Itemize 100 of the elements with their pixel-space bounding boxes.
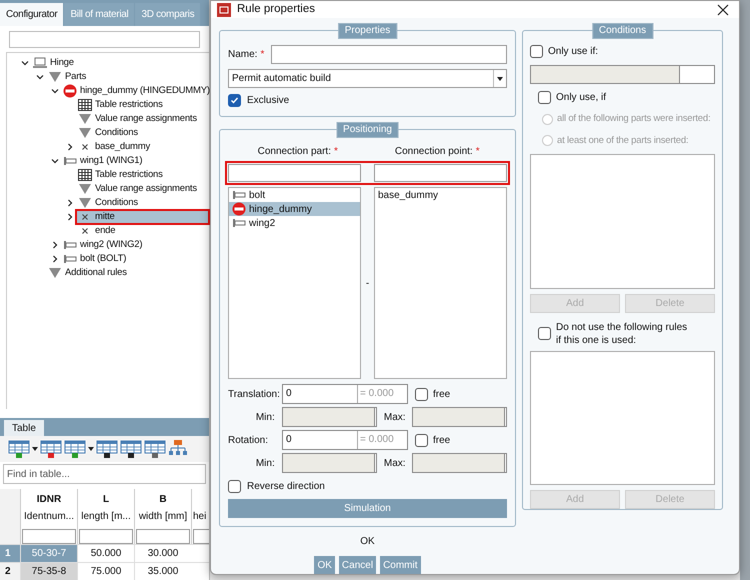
tree-item[interactable]: Parts — [46, 70, 209, 84]
field-label: Name: — [228, 48, 258, 62]
tree-item[interactable]: wing1 (WING1) — [61, 154, 209, 168]
tree-item[interactable]: Hinge — [31, 56, 209, 70]
row-number[interactable]: 2 — [0, 562, 20, 580]
tree-item[interactable]: Table restrictions — [76, 168, 209, 182]
value-field[interactable]: 0 = 0.000 — [282, 384, 408, 404]
triangle-icon — [78, 182, 92, 195]
group-title: Conditions — [592, 23, 654, 40]
triangle-icon — [78, 196, 92, 209]
caret-icon[interactable] — [32, 447, 38, 452]
connection-point-field[interactable] — [374, 164, 507, 182]
column-name: L — [102, 492, 110, 506]
triangle-icon — [78, 126, 92, 139]
radio-label: at least one of the parts inserted: — [557, 134, 688, 148]
tree-item[interactable]: ende — [76, 224, 209, 238]
column-name: B — [159, 492, 167, 506]
list-item[interactable]: base_dummy — [375, 188, 506, 202]
field-label: Min: — [254, 456, 276, 471]
no-entry-icon — [63, 84, 77, 98]
radio-button[interactable] — [542, 114, 553, 125]
no-entry-icon — [232, 202, 246, 216]
checkbox-label: Only use if: — [548, 45, 598, 60]
table-cell: 75-35-8 — [20, 562, 77, 580]
part-icon — [63, 254, 77, 264]
tree-item[interactable]: base_dummy — [76, 140, 209, 154]
build-mode-dropdown[interactable]: Permit automatic build — [228, 69, 507, 88]
field-label: Max: — [382, 456, 407, 471]
assembly-icon — [33, 56, 47, 69]
checkbox[interactable] — [538, 326, 551, 340]
filter-field[interactable] — [22, 528, 76, 544]
search-field[interactable]: Find in table... — [3, 464, 206, 484]
column-description: hei — [193, 510, 206, 524]
table-cell: 35.000 — [134, 562, 191, 580]
tree-item[interactable]: bolt (BOLT) — [61, 252, 209, 266]
tab[interactable]: Configurator — [0, 3, 64, 26]
checkbox-label: free — [433, 434, 450, 448]
field-label: Max: — [382, 410, 407, 425]
column-description: Identnum... — [24, 510, 74, 524]
group-title: Properties — [338, 23, 398, 40]
close-icon[interactable] — [717, 4, 729, 16]
column-header[interactable]: hei — [191, 488, 209, 544]
tree-item[interactable]: Value range assignments — [76, 182, 209, 196]
column-header[interactable]: IDNR Identnum... — [20, 488, 77, 544]
checkbox-label: if this one is used: — [556, 334, 638, 346]
search-field[interactable] — [9, 30, 200, 48]
tree-item[interactable]: Value range assignments — [76, 112, 209, 126]
max-field[interactable] — [412, 453, 507, 474]
min-field[interactable] — [282, 453, 378, 474]
required-mark: * — [260, 48, 264, 62]
table-tool-icon[interactable] — [120, 439, 142, 460]
checkbox[interactable] — [530, 45, 543, 58]
list-item[interactable]: hinge_dummy — [229, 202, 360, 216]
tree-item[interactable]: Conditions — [76, 126, 209, 140]
tree-item[interactable]: wing2 (WING2) — [61, 238, 209, 252]
tree-item[interactable]: Conditions — [76, 196, 209, 210]
min-field[interactable] — [282, 407, 378, 428]
tree-item[interactable]: Table restrictions — [76, 98, 209, 112]
tree-item[interactable]: hinge_dummy (HINGEDUMMY) — [61, 84, 210, 98]
radio-button[interactable] — [542, 135, 553, 146]
value-field[interactable]: 0 = 0.000 — [282, 430, 408, 450]
checkbox[interactable] — [228, 94, 241, 108]
name-field[interactable] — [271, 45, 507, 64]
checkbox[interactable] — [415, 434, 428, 447]
field-label: Min: — [254, 410, 276, 425]
checkbox[interactable] — [415, 388, 428, 401]
tree-item[interactable]: mitte — [76, 210, 209, 224]
filter-field[interactable] — [136, 528, 190, 544]
window-title: Rule properties — [237, 2, 316, 17]
checkbox-label: free — [433, 388, 450, 402]
required-mark: * — [476, 145, 480, 160]
required-mark: * — [334, 145, 338, 160]
computed-value: = 0.000 — [357, 385, 407, 404]
triangle-icon — [48, 266, 62, 279]
checkbox[interactable] — [538, 91, 551, 104]
column-description: width [mm] — [138, 510, 188, 524]
caret-icon[interactable] — [88, 447, 94, 452]
triangle-icon — [78, 112, 92, 125]
checkbox-label: Do not use the following rules — [556, 320, 688, 334]
field-label: Rotation: — [228, 434, 270, 448]
column-header[interactable]: L length [m... — [77, 488, 134, 544]
column-header[interactable]: B width [mm] — [134, 488, 191, 544]
table-tool-icon[interactable] — [96, 439, 118, 460]
tab[interactable]: Table — [4, 420, 44, 436]
tree-item[interactable]: Additional rules — [46, 266, 209, 280]
filter-field[interactable] — [79, 528, 133, 544]
list-item[interactable]: bolt — [229, 188, 360, 202]
field-label: Connection point: — [394, 145, 473, 160]
condition-field[interactable] — [530, 65, 715, 84]
checkbox-label: Reverse direction — [247, 480, 325, 494]
table-cell: 30.000 — [134, 544, 191, 562]
separator-text: - — [364, 276, 370, 291]
checkbox[interactable] — [228, 480, 241, 494]
triangle-icon — [48, 70, 62, 83]
list-item[interactable]: wing2 — [229, 216, 360, 230]
part-icon — [232, 190, 246, 200]
max-field[interactable] — [412, 407, 507, 428]
connection-part-field[interactable] — [228, 164, 361, 182]
part-icon — [232, 218, 246, 228]
checkbox-label: Exclusive — [247, 94, 290, 108]
